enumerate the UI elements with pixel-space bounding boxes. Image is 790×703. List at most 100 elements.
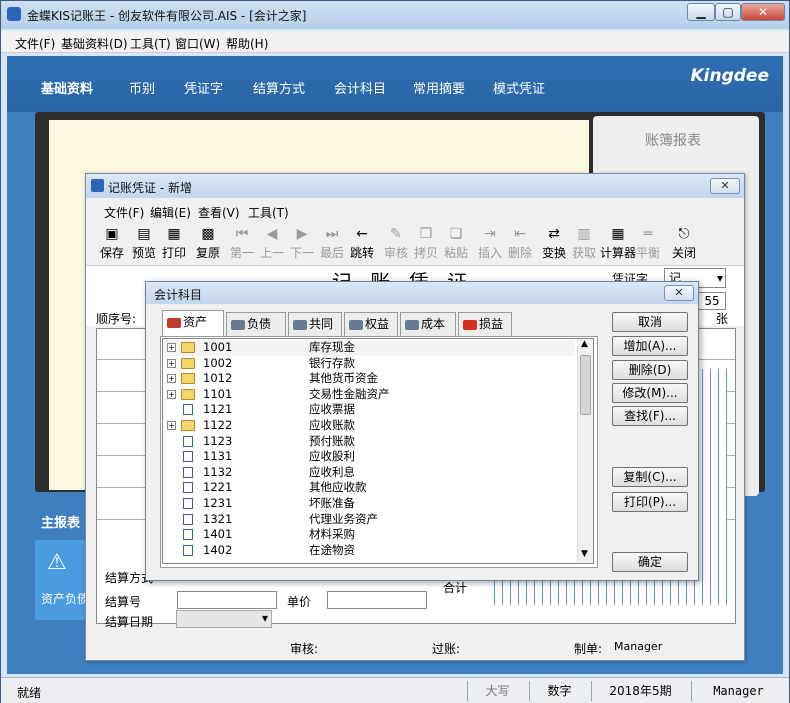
account-name: 库存现金 xyxy=(309,340,355,354)
modify-button[interactable]: 修改(M)... xyxy=(612,383,688,403)
audit-icon: ✎ xyxy=(390,226,402,242)
accounts-tree[interactable]: +1001 库存现金 +1002 银行存款 +1012 其他货币资金 +1101 交易性金融资… xyxy=(162,338,594,564)
account-code: 1231 xyxy=(203,496,233,510)
menu-basic-data[interactable]: 基础资料(D) xyxy=(61,35,128,52)
tab-hammer[interactable]: 成本 xyxy=(400,312,456,336)
maximize-button[interactable]: ▢ xyxy=(715,3,741,21)
expand-icon[interactable]: + xyxy=(167,389,176,399)
prev-icon: ◀ xyxy=(266,226,278,242)
list-item[interactable]: 1221 其他应收款 xyxy=(163,480,575,496)
scroll-thumb[interactable] xyxy=(580,355,591,415)
list-item[interactable]: 1132 应收利息 xyxy=(163,465,575,481)
cancel-button[interactable]: 取消 xyxy=(612,312,688,332)
menu-file[interactable]: 文件(F) xyxy=(15,35,55,52)
list-item[interactable]: +1002 银行存款 xyxy=(163,356,575,372)
toolbar-copy-button[interactable]: ❐ 拷贝 xyxy=(412,224,440,261)
list-item[interactable]: +1001 库存现金 xyxy=(163,340,575,356)
toolbar-first-button[interactable]: ⏮ 第一 xyxy=(228,224,256,261)
menu-tools[interactable]: 工具(T) xyxy=(130,35,171,52)
car-icon xyxy=(167,317,181,328)
nav-basic-data[interactable]: 基础资料 xyxy=(41,78,93,97)
menu-bar: 文件(F) 基础资料(D) 工具(T) 窗口(W) 帮助(H) xyxy=(1,31,789,53)
list-item[interactable]: 1121 应收票据 xyxy=(163,402,575,418)
expand-icon[interactable]: + xyxy=(167,358,176,368)
toolbar-save-button[interactable]: ▣ 保存 xyxy=(98,224,126,261)
nav-settlement[interactable]: 结算方式 xyxy=(253,78,305,97)
minimize-button[interactable]: ▁ xyxy=(687,3,715,21)
toolbar-jump-button[interactable]: ← 跳转 xyxy=(348,224,376,261)
list-item[interactable]: 1402 在途物资 xyxy=(163,543,575,559)
list-item[interactable]: +1122 应收账款 xyxy=(163,418,575,434)
unit-price-input[interactable] xyxy=(327,591,427,609)
list-item[interactable]: 1131 应收股利 xyxy=(163,449,575,465)
dialog-close-button[interactable]: ✕ xyxy=(664,285,694,301)
voucher-menu-file[interactable]: 文件(F) xyxy=(104,204,144,221)
voucher-close-button[interactable]: ✕ xyxy=(710,178,740,194)
add-button[interactable]: 增加(A)... xyxy=(612,336,688,356)
tab-handshake[interactable]: 共同 xyxy=(288,312,342,336)
copy-button[interactable]: 复制(C)... xyxy=(612,467,688,487)
expand-icon[interactable]: + xyxy=(167,421,176,430)
ok-button[interactable]: 确定 xyxy=(612,552,688,572)
toolbar-fetch-button[interactable]: ▥ 获取 xyxy=(570,224,598,261)
hammer-icon xyxy=(405,319,419,330)
scroll-up-icon[interactable]: ▲ xyxy=(581,339,588,349)
document-icon xyxy=(183,529,193,541)
main-report-label: 主报表 xyxy=(41,516,81,531)
tab-apple[interactable]: 损益 xyxy=(458,312,512,336)
nav-currency[interactable]: 币别 xyxy=(129,78,155,97)
settle-no-input[interactable] xyxy=(177,591,277,609)
toolbar-next-button[interactable]: ▶ 下一 xyxy=(288,224,316,261)
list-item[interactable]: 1231 坏账准备 xyxy=(163,496,575,512)
menu-window[interactable]: 窗口(W) xyxy=(175,35,220,52)
close-button[interactable]: ✕ xyxy=(741,3,785,21)
toolbar-exit-button[interactable]: ⎋ 关闭 xyxy=(670,224,698,261)
toolbar-restore-button[interactable]: ▩ 复原 xyxy=(194,224,222,261)
toolbar-audit-button[interactable]: ✎ 审核 xyxy=(382,224,410,261)
toolbar-calculator-button[interactable]: ▦ 计算器 xyxy=(598,224,638,261)
toolbar-print-button[interactable]: ▦ 打印 xyxy=(160,224,188,261)
list-item[interactable]: 1321 代理业务资产 xyxy=(163,512,575,528)
toolbar-balance-button[interactable]: ═ 平衡 xyxy=(634,224,662,261)
nav-accounts[interactable]: 会计科目 xyxy=(334,78,386,97)
scroll-down-icon[interactable]: ▼ xyxy=(581,549,588,559)
nav-summary[interactable]: 常用摘要 xyxy=(413,78,465,97)
toolbar-delete-button[interactable]: ⇤ 删除 xyxy=(506,224,534,261)
voucher-menu-view[interactable]: 查看(V) xyxy=(198,204,240,221)
list-item[interactable]: 1123 预付账款 xyxy=(163,434,575,450)
delete-button[interactable]: 删除(D) xyxy=(612,360,688,380)
list-item[interactable]: +1101 交易性金融资产 xyxy=(163,387,575,403)
voucher-menu-bar: 文件(F) 编辑(E) 查看(V) 工具(T) xyxy=(86,200,744,222)
expand-icon[interactable]: + xyxy=(167,374,176,384)
toolbar-last-button[interactable]: ⏭ 最后 xyxy=(318,224,346,261)
toolbar-transform-button[interactable]: ⇄ 变换 xyxy=(540,224,568,261)
status-period: 2018年5期 xyxy=(591,681,689,701)
voucher-menu-edit[interactable]: 编辑(E) xyxy=(150,204,191,221)
vertical-scrollbar[interactable]: ▲ ▼ xyxy=(577,339,593,563)
toolbar-preview-button[interactable]: ▤ 预览 xyxy=(130,224,158,261)
print-button[interactable]: 打印(P)... xyxy=(612,492,688,512)
menu-help[interactable]: 帮助(H) xyxy=(226,35,268,52)
toolbar-prev-button[interactable]: ◀ 上一 xyxy=(258,224,286,261)
voucher-menu-tools[interactable]: 工具(T) xyxy=(248,204,289,221)
toolbar-label: 平衡 xyxy=(635,246,660,260)
account-code: 1132 xyxy=(203,464,233,479)
fetch-icon: ▥ xyxy=(577,226,591,242)
voucher-number-field[interactable]: 55 xyxy=(698,292,726,310)
nav-template-voucher[interactable]: 模式凭证 xyxy=(493,78,545,97)
toolbar-label: 拷贝 xyxy=(413,246,438,260)
tab-car[interactable]: 资产 xyxy=(162,310,224,336)
toolbar-label: 预览 xyxy=(131,246,156,260)
expand-icon[interactable]: + xyxy=(167,343,176,352)
tab-chart[interactable]: 权益 xyxy=(344,312,398,336)
settle-date-picker[interactable]: ▾ xyxy=(176,610,272,628)
list-item[interactable]: 1401 材料采购 xyxy=(163,527,575,543)
toolbar-insert-button[interactable]: ⇥ 插入 xyxy=(476,224,504,261)
toolbar-paste-button[interactable]: ❏ 粘贴 xyxy=(442,224,470,261)
audit-label: 审核: xyxy=(290,642,319,656)
find-button[interactable]: 查找(F)... xyxy=(612,406,688,426)
tab-money[interactable]: 负债 xyxy=(226,312,286,336)
nav-voucher-word[interactable]: 凭证字 xyxy=(184,78,223,97)
list-item[interactable]: +1012 其他货币资金 xyxy=(163,371,575,387)
folder-icon xyxy=(181,357,195,369)
